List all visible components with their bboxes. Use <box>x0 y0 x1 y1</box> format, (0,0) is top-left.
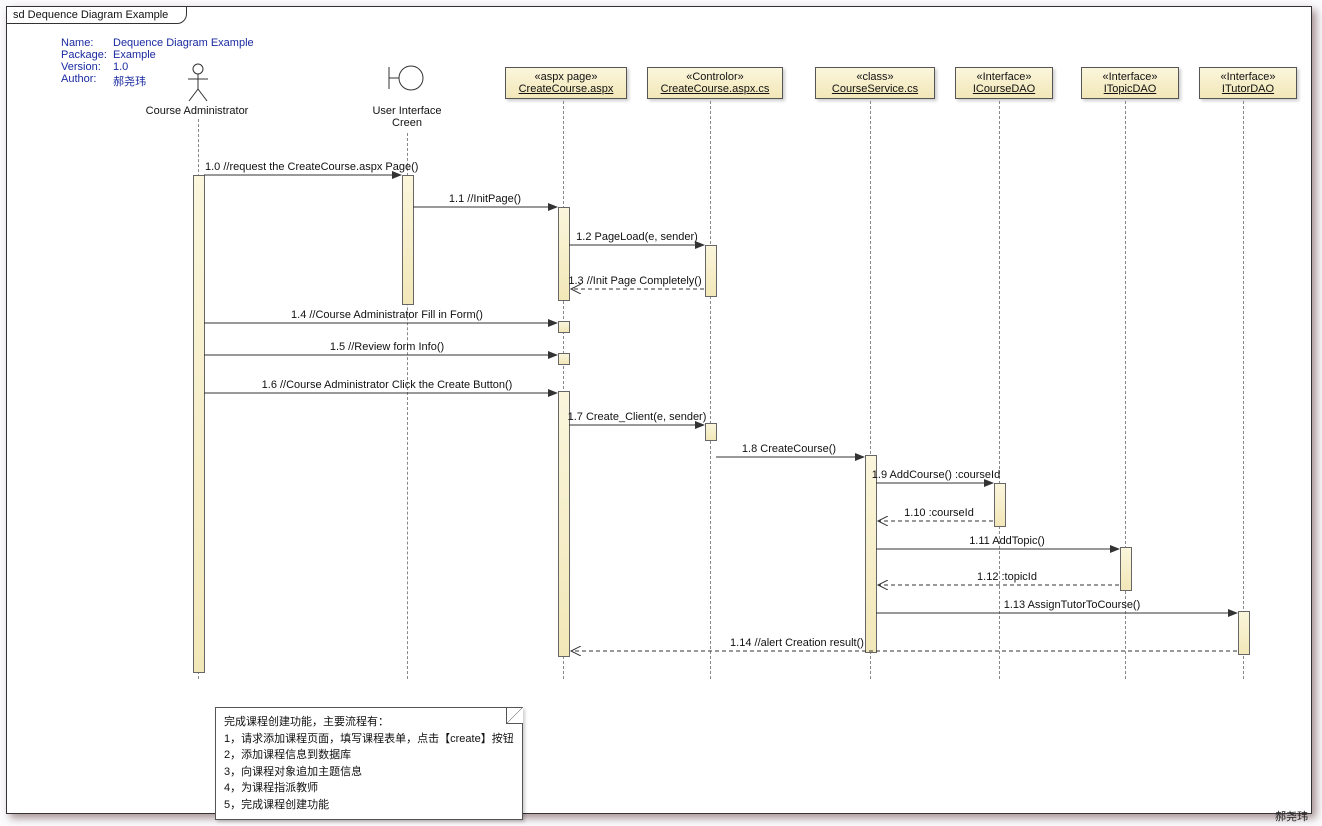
note-l2: 1，请求添加课程页面，填写课程表单，点击【create】按钮 <box>224 731 514 748</box>
msg-1.14: 1.14 //alert Creation result() <box>667 637 927 649</box>
ctrl-name: CreateCourse.aspx.cs <box>661 83 770 95</box>
meta-row-name: Name: Dequence Diagram Example <box>61 37 254 49</box>
lifeline-tutordao: «Interface» ITutorDAO <box>1199 67 1297 99</box>
note-l4: 3，向课程对象追加主题信息 <box>224 764 514 781</box>
aspx-stereo: «aspx page» <box>510 71 622 83</box>
act-dao2 <box>1120 547 1132 591</box>
act-svc <box>865 455 877 653</box>
lifeline-aspx: «aspx page» CreateCourse.aspx <box>505 67 627 99</box>
meta-value-package: Example <box>113 49 156 61</box>
meta-label-package: Package: <box>61 49 113 61</box>
msg-1.3: 1.3 //Init Page Completely() <box>565 275 705 287</box>
act-ctrl2 <box>705 423 717 441</box>
act-aspx2 <box>558 321 570 333</box>
meta-value-name: Dequence Diagram Example <box>113 37 254 49</box>
note-l5: 4，为课程指派教师 <box>224 780 514 797</box>
msg-1.1: 1.1 //InitPage() <box>415 193 555 205</box>
meta-block: Name: Dequence Diagram Example Package: … <box>61 37 254 89</box>
dao2-stereo: «Interface» <box>1086 71 1174 83</box>
msg-1.9: 1.9 AddCourse() :courseId <box>871 469 1001 481</box>
lifeline-controller: «Controlor» CreateCourse.aspx.cs <box>647 67 783 99</box>
act-dao3 <box>1238 611 1250 655</box>
meta-label-name: Name: <box>61 37 113 49</box>
dao3-stereo: «Interface» <box>1204 71 1292 83</box>
lifeline-dao3-line <box>1243 101 1244 679</box>
note-l1: 完成课程创建功能，主要流程有： <box>224 714 514 731</box>
note-l6: 5，完成课程创建功能 <box>224 797 514 814</box>
lifeline-service: «class» CourseService.cs <box>815 67 935 99</box>
meta-label-author: Author: <box>61 73 113 89</box>
msg-1.8: 1.8 CreateCourse() <box>719 443 859 455</box>
dao3-name: ITutorDAO <box>1222 83 1274 95</box>
dao1-stereo: «Interface» <box>960 71 1048 83</box>
msg-1.7: 1.7 Create_Client(e, sender) <box>567 411 707 423</box>
actor-label: Course Administrator <box>127 105 267 117</box>
act-ctrl1 <box>705 245 717 297</box>
svc-name: CourseService.cs <box>832 83 918 95</box>
lifeline-dao1-line <box>999 101 1000 679</box>
lifeline-dao2-line <box>1125 101 1126 679</box>
msg-1.2: 1.2 PageLoad(e, sender) <box>567 231 707 243</box>
ctrl-stereo: «Controlor» <box>652 71 778 83</box>
act-dao1 <box>994 483 1006 527</box>
actor-icon <box>187 63 209 106</box>
msg-1.5: 1.5 //Review form Info() <box>237 341 537 353</box>
act-actor <box>193 175 205 673</box>
dao1-name: ICourseDAO <box>973 83 1035 95</box>
ui-label: User Interface Creen <box>347 105 467 129</box>
msg-1.12: 1.12 :topicId <box>907 571 1107 583</box>
note-box: 完成课程创建功能，主要流程有： 1，请求添加课程页面，填写课程表单，点击【cre… <box>215 707 523 820</box>
boundary-icon <box>387 63 427 96</box>
svc-stereo: «class» <box>820 71 930 83</box>
lifeline-ctrl-line <box>710 101 711 679</box>
meta-row-version: Version: 1.0 <box>61 61 254 73</box>
note-l3: 2，添加课程信息到数据库 <box>224 747 514 764</box>
dao2-name: ITopicDAO <box>1104 83 1157 95</box>
act-ui1 <box>402 175 414 305</box>
frame-title-tab: sd Dequence Diagram Example <box>6 6 187 24</box>
msg-1.0: 1.0 //request the CreateCourse.aspx Page… <box>205 161 401 173</box>
msg-1.4: 1.4 //Course Administrator Fill in Form(… <box>237 309 537 321</box>
msg-1.13: 1.13 AssignTutorToCourse() <box>927 599 1217 611</box>
msg-1.6: 1.6 //Course Administrator Click the Cre… <box>217 379 557 391</box>
meta-label-version: Version: <box>61 61 113 73</box>
msg-1.10: 1.10 :courseId <box>879 507 999 519</box>
meta-value-version: 1.0 <box>113 61 128 73</box>
diagram-frame: sd Dequence Diagram Example Name: Dequen… <box>6 6 1312 814</box>
aspx-name: CreateCourse.aspx <box>519 83 614 95</box>
meta-row-author: Author: 郝尧玮 <box>61 73 254 89</box>
meta-row-package: Package: Example <box>61 49 254 61</box>
lifeline-topicdao: «Interface» ITopicDAO <box>1081 67 1179 99</box>
meta-value-author: 郝尧玮 <box>113 73 146 89</box>
credit-label: 郝尧玮 <box>1275 808 1308 824</box>
act-aspx3 <box>558 353 570 365</box>
msg-1.11: 1.11 AddTopic() <box>907 535 1107 547</box>
lifeline-coursedao: «Interface» ICourseDAO <box>955 67 1053 99</box>
act-aspx4 <box>558 391 570 657</box>
